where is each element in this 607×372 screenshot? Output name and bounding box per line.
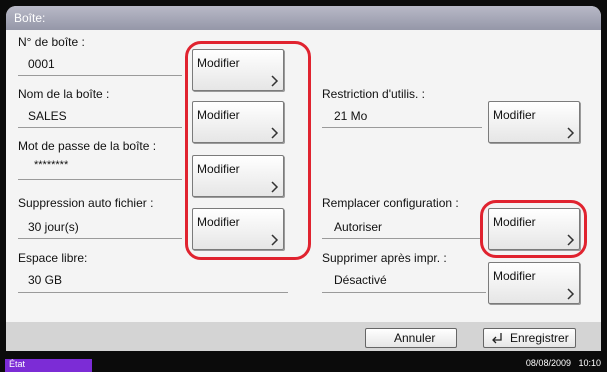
divider (18, 75, 182, 76)
save-button[interactable]: Enregistrer (483, 328, 576, 348)
free-space-value: 30 GB (28, 273, 63, 287)
cancel-button[interactable]: Annuler (365, 328, 457, 348)
save-label: Enregistrer (510, 331, 569, 345)
box-name-value: SALES (28, 109, 67, 123)
modify-delete-after-print-button[interactable]: Modifier (488, 262, 580, 304)
enter-icon (492, 333, 502, 344)
window-title: Boîte: (14, 11, 46, 25)
overwrite-setting-value: Autoriser (334, 220, 383, 234)
highlight-left-buttons (185, 41, 311, 260)
date-time: 08/08/2009 10:10 (525, 358, 601, 368)
usage-restriction-label: Restriction d'utilis. : (322, 87, 425, 101)
status-button[interactable]: État (5, 359, 92, 372)
box-number-value: 0001 (28, 57, 55, 71)
divider (322, 292, 486, 293)
box-number-label: N° de boîte : (18, 35, 85, 49)
modify-usage-restriction-button[interactable]: Modifier (488, 101, 580, 143)
auto-delete-value: 30 jour(s) (28, 220, 79, 234)
cancel-label: Annuler (394, 331, 436, 345)
button-label: Modifier (493, 269, 536, 283)
title-bar: Boîte: (6, 6, 601, 30)
delete-after-print-value: Désactivé (334, 273, 387, 287)
box-password-value: ******** (34, 159, 69, 171)
overwrite-setting-label: Remplacer configuration : (322, 196, 459, 210)
chevron-right-icon (567, 127, 575, 139)
box-password-label: Mot de passe de la boîte : (18, 139, 157, 153)
status-bar: État 08/08/2009 10:10 (0, 354, 607, 372)
action-bar: Annuler Enregistrer (6, 322, 601, 351)
button-label: Modifier (493, 108, 536, 122)
status-label: État (9, 359, 26, 369)
divider (18, 292, 288, 293)
box-settings-panel: N° de boîte : 0001 Modifier Nom de la bo… (6, 30, 601, 322)
divider (322, 238, 482, 239)
highlight-overwrite-button (480, 200, 587, 258)
divider (322, 127, 482, 128)
chevron-right-icon (567, 288, 575, 300)
auto-delete-label: Suppression auto fichier : (18, 196, 154, 210)
divider (18, 238, 182, 239)
divider (18, 179, 182, 180)
box-name-label: Nom de la boîte : (18, 87, 110, 101)
usage-restriction-value: 21 Mo (334, 109, 368, 123)
divider (18, 127, 182, 128)
delete-after-print-label: Supprimer après impr. : (322, 251, 447, 265)
app-screen: Boîte: N° de boîte : 0001 Modifier Nom d… (6, 6, 601, 351)
free-space-label: Espace libre: (18, 251, 88, 265)
